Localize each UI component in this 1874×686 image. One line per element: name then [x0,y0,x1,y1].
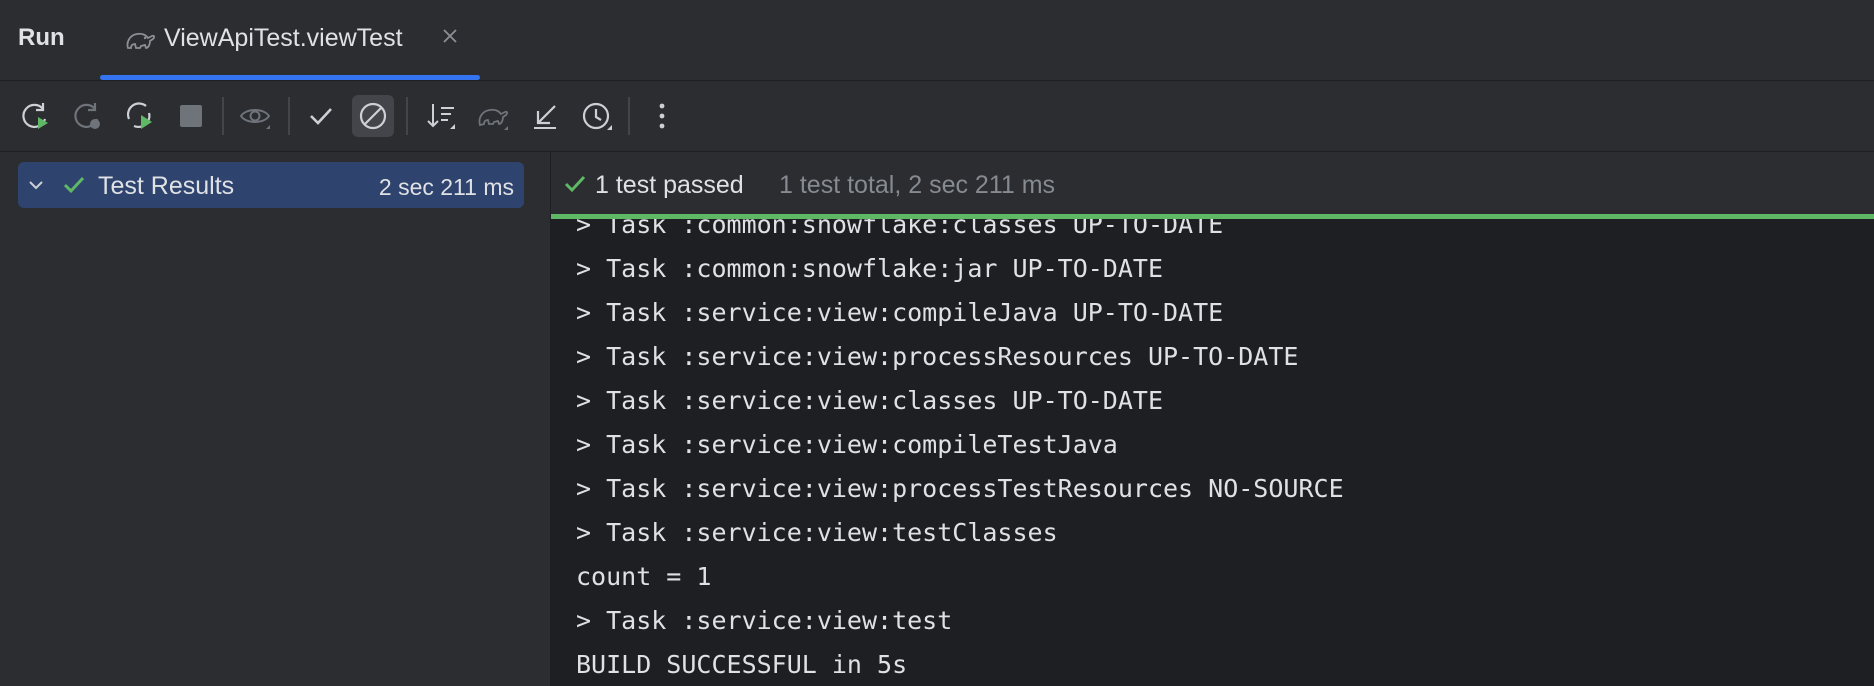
eye-icon [239,109,271,129]
console-panel: 1 test passed 1 test total, 2 sec 211 ms… [551,152,1874,686]
toggle-auto-test-button[interactable] [118,95,160,137]
gradle-elephant-icon [124,26,156,54]
close-icon[interactable] [440,26,460,50]
gradle-button[interactable] [472,95,514,137]
show-passed-button[interactable] [300,95,342,137]
tests-total-text: 1 test total, 2 sec 211 ms [779,171,1056,199]
auto-rerun-icon [126,102,152,129]
tree-item-test-results[interactable]: Test Results 2 sec 211 ms [18,162,524,208]
history-button[interactable] [576,95,618,137]
test-passed-icon [60,171,88,199]
rerun-icon [22,103,48,129]
console-line: BUILD SUCCESSFUL in 5s [576,650,908,679]
tool-window-header: Run ViewApiTest.viewTest [0,0,1874,81]
sort-icon [427,104,455,129]
tab-title: ViewApiTest.viewTest [164,24,403,52]
toolbar-separator [406,97,408,135]
more-vertical-icon [659,103,665,129]
console-output[interactable]: > Task :common:snowflake:classes UP-TO-D… [551,219,1874,686]
toolbar-separator [222,97,224,135]
stop-button[interactable] [170,95,212,137]
toolbar-separator [288,97,290,135]
console-line: count = 1 [576,562,712,591]
tests-passed-text: 1 test passed [595,171,744,199]
rerun-failed-button[interactable] [66,95,108,137]
show-ignored-toggle-button[interactable] [352,95,394,137]
toolbar [0,81,1874,152]
console-line: > Task :service:view:processTestResource… [576,474,1344,503]
more-button[interactable] [641,95,683,137]
test-passed-icon [561,170,589,198]
console-line: > Task :service:view:processResources UP… [576,342,1299,371]
check-icon [310,108,332,125]
prohibit-icon [359,102,387,130]
console-line: > Task :service:view:compileTestJava [576,430,1118,459]
console-line: > Task :service:view:testClasses [576,518,1058,547]
test-status-bar: 1 test passed 1 test total, 2 sec 211 ms [551,152,1874,214]
console-line: > Task :common:snowflake:jar UP-TO-DATE [576,254,1163,283]
rerun-failed-icon [74,103,100,129]
tree-item-label: Test Results [98,172,235,200]
import-tests-button[interactable] [524,95,566,137]
console-line: > Task :service:view:compileJava UP-TO-D… [576,298,1224,327]
active-tab-indicator [100,75,480,80]
sort-button[interactable] [420,95,462,137]
chevron-down-icon[interactable] [24,173,48,197]
test-tree-panel: Test Results 2 sec 211 ms [0,152,551,686]
toolbar-separator [628,97,630,135]
rerun-button[interactable] [14,95,56,137]
console-line: > Task :common:snowflake:classes UP-TO-D… [576,219,1224,239]
gradle-elephant-icon [478,108,508,130]
stop-icon [180,105,202,127]
console-line: > Task :service:view:test [576,606,953,635]
console-line: > Task :service:view:classes UP-TO-DATE [576,386,1163,415]
tab-view-api-test[interactable]: ViewApiTest.viewTest [100,0,480,80]
tool-window-title: Run [18,24,65,51]
history-icon [582,102,612,130]
import-icon [534,105,556,129]
show-ignored-button[interactable] [234,95,276,137]
tree-item-duration: 2 sec 211 ms [378,174,514,200]
